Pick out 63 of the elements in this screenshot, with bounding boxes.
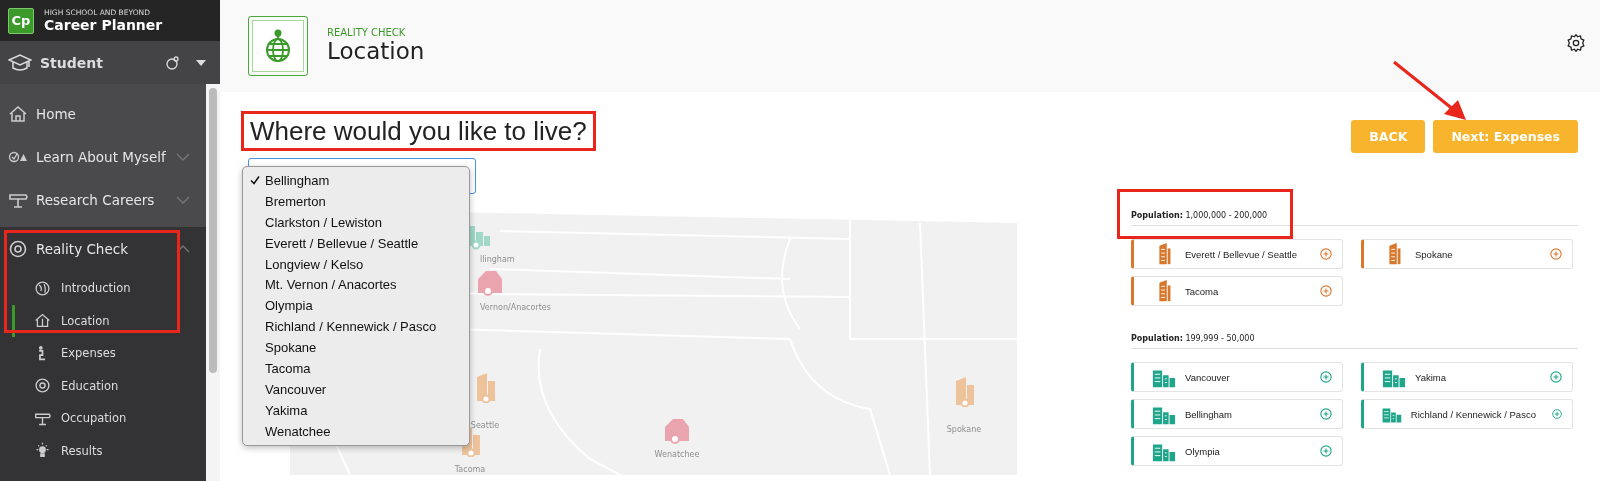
app-logo: Cp	[8, 7, 34, 34]
house-icon	[34, 312, 51, 330]
nav-item[interactable]: Learn About Myself	[0, 135, 206, 178]
nav-subitem[interactable]: Occupation	[12, 402, 206, 435]
city-card[interactable]: Olympia	[1131, 436, 1343, 466]
city-card[interactable]: Everett / Bellevue / Seattle	[1131, 239, 1343, 269]
dropdown-option[interactable]: Yakima	[243, 399, 469, 421]
nav-item[interactable]: Research Careers	[0, 178, 206, 221]
map-label: Tacoma	[454, 465, 486, 474]
city-card[interactable]: Tacoma	[1131, 276, 1343, 306]
city-card[interactable]: Spokane	[1361, 239, 1573, 269]
map-label: Spokane	[946, 425, 982, 434]
graduation-cap-icon	[8, 52, 32, 73]
city-card[interactable]: Yakima	[1361, 362, 1573, 392]
globe-pin-icon	[248, 16, 308, 76]
dropdown-option[interactable]: Bellingham	[243, 170, 469, 191]
nav-subitem[interactable]: Introduction	[12, 272, 206, 305]
add-icon[interactable]	[1550, 248, 1562, 260]
map-label: llingham	[480, 255, 515, 264]
user-switch-icon[interactable]	[164, 54, 180, 71]
dropdown-option[interactable]: Wenatchee	[243, 420, 469, 442]
chevron-down-icon	[176, 195, 190, 204]
city-card[interactable]: Vancouver	[1131, 362, 1343, 392]
map-label: Vernon/Anacortes	[480, 303, 551, 312]
add-icon[interactable]	[1320, 408, 1332, 420]
dropdown-option[interactable]: Bremerton	[243, 190, 469, 212]
dropdown-option[interactable]: Mt. Vernon / Anacortes	[243, 274, 469, 296]
settings-icon[interactable]	[1566, 33, 1586, 53]
dropdown-option[interactable]: Vancouver	[243, 378, 469, 400]
dropdown-option[interactable]: Tacoma	[243, 358, 469, 379]
map-label: Seattle	[470, 421, 500, 430]
caret-icon[interactable]	[196, 59, 206, 66]
population-heading: Population: 1,000,000 - 200,000	[1131, 211, 1578, 226]
dropdown-option[interactable]: Everett / Bellevue / Seattle	[243, 232, 469, 254]
city-card[interactable]: Richland / Kennewick / Pasco	[1361, 399, 1573, 429]
dropdown-option[interactable]: Longview / Kelso	[243, 253, 469, 275]
bulb-icon	[34, 442, 51, 460]
user-name: Student	[40, 54, 103, 71]
page-title: Location	[327, 37, 425, 66]
dropdown-option[interactable]: Olympia	[243, 295, 469, 317]
add-icon[interactable]	[1320, 445, 1332, 457]
nav-subitem[interactable]: Results	[12, 434, 206, 467]
nav-item[interactable]: Home	[0, 92, 206, 135]
add-icon[interactable]	[1320, 248, 1332, 260]
dropdown-option[interactable]: Spokane	[243, 337, 469, 358]
scrollbar-thumb[interactable]	[209, 88, 217, 373]
dropdown-option[interactable]: Richland / Kennewick / Pasco	[243, 316, 469, 338]
chevron-down-icon	[176, 152, 190, 161]
map-label: Wenatchee	[654, 450, 700, 459]
question-heading: Where would you like to live?	[241, 111, 596, 151]
nav-subitem[interactable]: Expenses	[12, 337, 206, 370]
nav-subitem[interactable]: Education	[12, 369, 206, 402]
add-icon[interactable]	[1551, 408, 1562, 420]
app-title: Career Planner	[44, 18, 163, 33]
dropdown-option[interactable]: Clarkston / Lewiston	[243, 211, 469, 233]
add-icon[interactable]	[1550, 371, 1562, 383]
nav-item[interactable]: Reality Check	[0, 227, 206, 270]
home-icon	[8, 103, 28, 124]
add-icon[interactable]	[1320, 285, 1332, 297]
city-card[interactable]: Bellingham	[1131, 399, 1343, 429]
add-icon[interactable]	[1320, 371, 1332, 383]
population-heading: Population: 199,999 - 50,000	[1131, 334, 1578, 349]
page-section: REALITY CHECK	[327, 26, 425, 38]
